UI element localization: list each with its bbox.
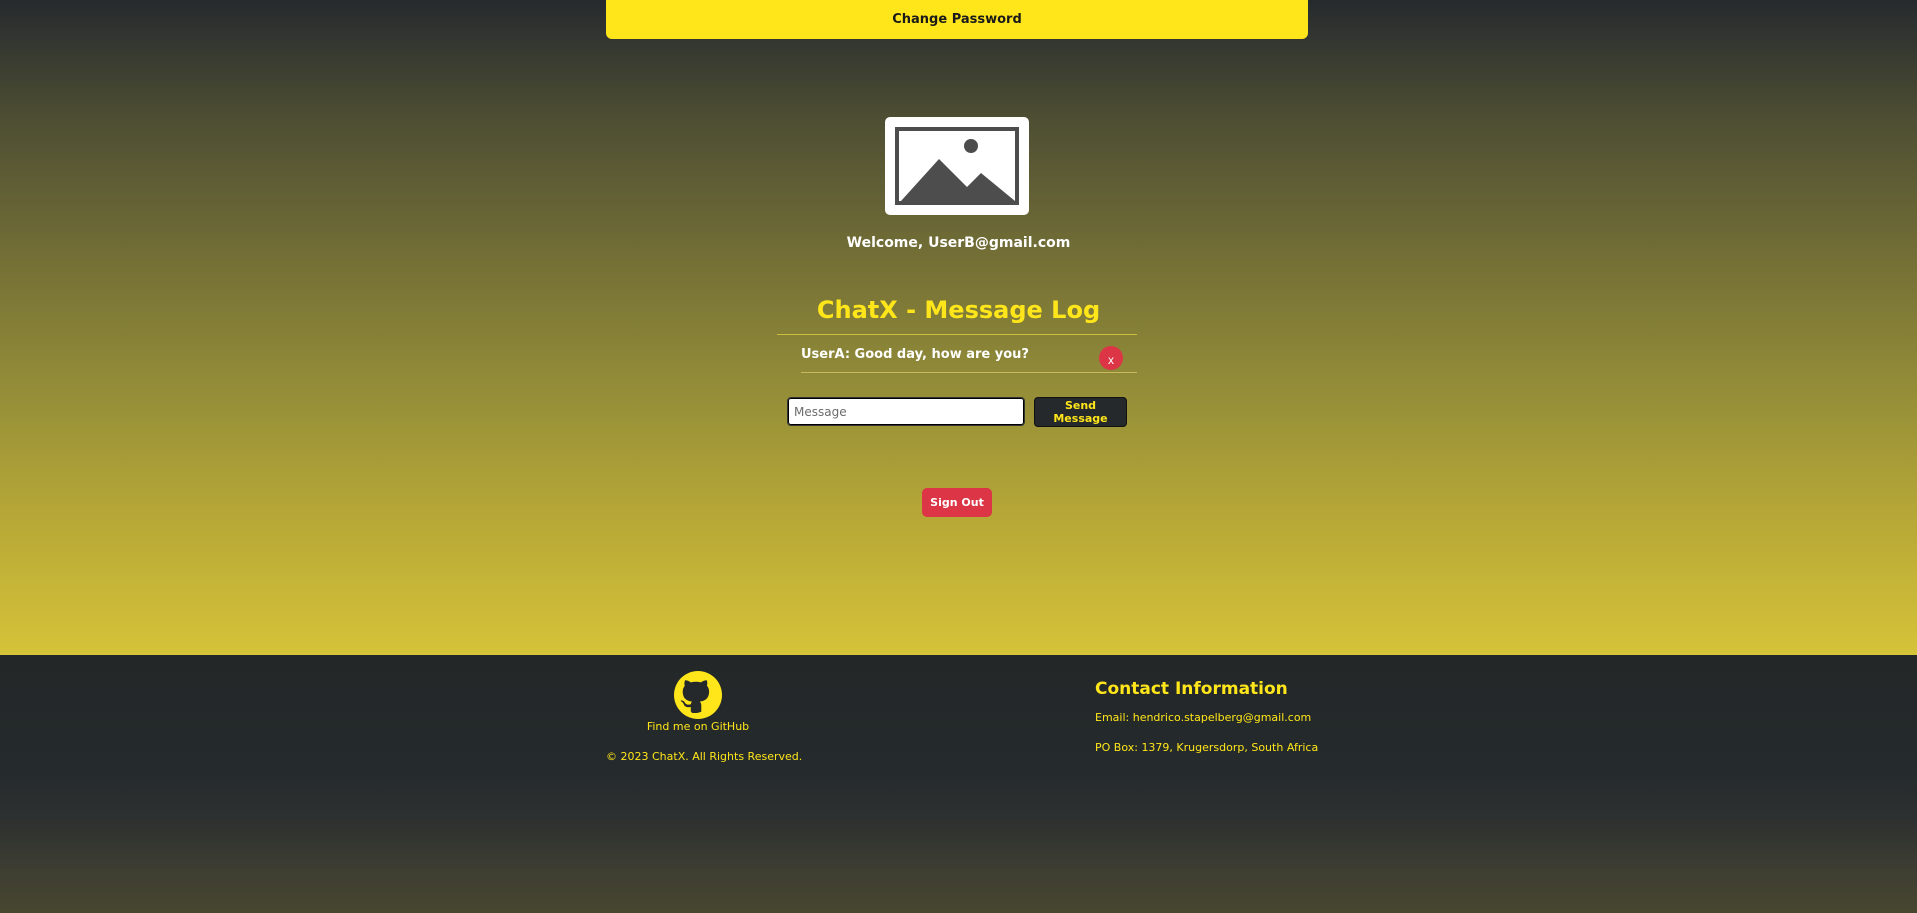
github-icon[interactable] [674, 671, 722, 719]
footer [0, 655, 1917, 913]
contact-email: Email: hendrico.stapelberg@gmail.com [1095, 711, 1312, 724]
delete-message-button[interactable]: x [1099, 346, 1123, 370]
send-message-button[interactable]: Send Message [1034, 397, 1127, 427]
message-input[interactable] [787, 397, 1025, 426]
copyright-text: © 2023 ChatX. All Rights Reserved. [606, 750, 803, 763]
sign-out-button[interactable]: Sign Out [922, 488, 992, 517]
chat-title: ChatX - Message Log [816, 296, 1101, 324]
image-placeholder-icon [895, 127, 1019, 205]
contact-po-box: PO Box: 1379, Krugersdorp, South Africa [1095, 741, 1319, 754]
github-link[interactable]: Find me on GitHub [598, 720, 798, 733]
welcome-text: Welcome, UserB@gmail.com [846, 235, 1071, 251]
message-text: UserA: Good day, how are you? [801, 347, 1029, 362]
message-row: UserA: Good day, how are you? x [801, 346, 1137, 373]
change-password-button[interactable]: Change Password [606, 0, 1308, 39]
contact-title: Contact Information [1095, 679, 1288, 699]
main-section: Change Password Welcome, UserB@gmail.com… [0, 0, 1917, 655]
profile-avatar [885, 117, 1029, 215]
title-divider [777, 334, 1137, 335]
